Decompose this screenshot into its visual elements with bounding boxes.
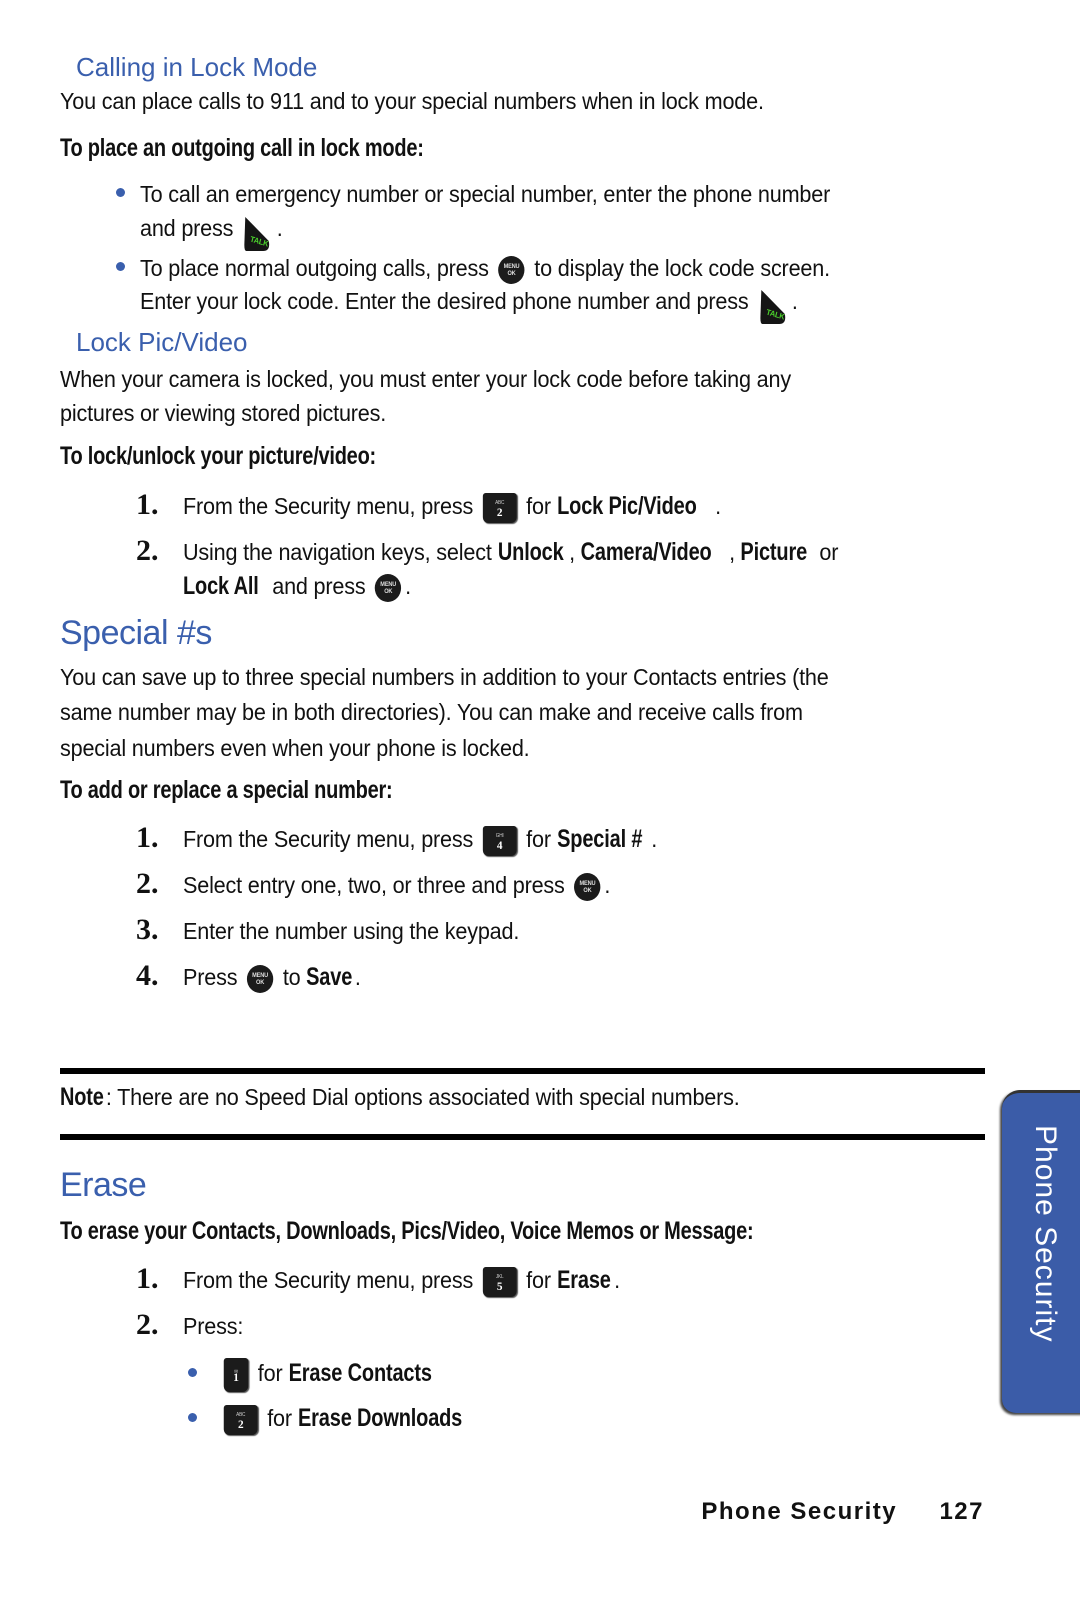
text: . <box>791 288 798 315</box>
note: Note: There are no Speed Dial options as… <box>60 1080 740 1114</box>
step-number: 2. <box>136 534 159 567</box>
lock-pic-intro-line1: When your camera is locked, you must ent… <box>60 366 791 392</box>
step-number: 1. <box>136 488 159 521</box>
text: for <box>526 493 551 519</box>
bullet-icon <box>116 188 125 197</box>
text: and press <box>140 215 234 242</box>
text: , <box>729 539 736 565</box>
special-paragraph-line1: You can save up to three special numbers… <box>60 664 829 690</box>
talk-key-icon: TALK <box>759 290 786 324</box>
text: for <box>526 1267 551 1293</box>
special-subheading: To add or replace a special number: <box>60 776 393 804</box>
option-picture: Picture <box>740 538 808 566</box>
page-number: 127 <box>939 1498 984 1525</box>
erase-option-contacts: 1 ✉ for Erase Contacts <box>220 1356 451 1392</box>
bullet-icon <box>188 1413 197 1422</box>
option-lock-all: Lock All <box>183 572 259 600</box>
menu-option-lock-pic-video: Lock Pic/Video <box>556 492 697 520</box>
key-2-icon: 2 ABC <box>482 492 517 523</box>
lock-pic-step-2-line1: Using the navigation keys, select Unlock… <box>183 535 838 569</box>
text: and press <box>272 573 366 599</box>
option-unlock: Unlock <box>497 538 564 566</box>
bullet-icon <box>116 262 125 271</box>
erase-subheading: To erase your Contacts, Downloads, Pics/… <box>60 1217 754 1245</box>
calling-bullet-1-line2: and press TALK. <box>140 211 283 251</box>
calling-bullet-1-line1: To call an emergency number or special n… <box>140 181 831 207</box>
text: Enter your lock code. Enter the desired … <box>140 288 749 315</box>
menu-ok-key-icon: MENU OK <box>246 964 274 993</box>
text: for <box>267 1405 292 1431</box>
special-paragraph-line3: special numbers even when your phone is … <box>60 735 530 761</box>
calling-intro: You can place calls to 911 and to your s… <box>60 88 764 114</box>
text: for <box>526 826 551 852</box>
text: to <box>282 964 301 990</box>
text: . <box>604 872 611 898</box>
option-camera-video: Camera/Video <box>580 538 712 566</box>
text: Using the navigation keys, select <box>183 539 492 565</box>
calling-bullet-2-line2: Enter your lock code. Enter the desired … <box>140 284 798 324</box>
step-number: 2. <box>136 1308 159 1341</box>
section-heading-erase: Erase <box>60 1166 147 1204</box>
text: . <box>405 573 411 599</box>
menu-option-erase: Erase <box>556 1266 611 1294</box>
section-heading-special-numbers: Special #s <box>60 614 212 652</box>
special-step-2: Select entry one, two, or three and pres… <box>183 868 610 902</box>
key-4-icon: 4 GHI <box>482 825 517 856</box>
note-divider-top <box>60 1068 985 1074</box>
text: From the Security menu, press <box>183 493 474 519</box>
note-label: Note <box>60 1083 104 1111</box>
text: From the Security menu, press <box>183 826 474 852</box>
key-1-icon: 1 ✉ <box>223 1357 249 1392</box>
erase-step-2: Press: <box>183 1313 244 1339</box>
text: From the Security menu, press <box>183 1267 474 1293</box>
text: . <box>651 826 658 852</box>
lock-pic-step-2-line2: Lock All and press MENU OK. <box>183 569 411 603</box>
erase-step-1: From the Security menu, press 5 JKL for E… <box>183 1263 620 1297</box>
footer-section: Phone Security <box>701 1498 898 1525</box>
option-erase-contacts: Erase Contacts <box>288 1359 432 1387</box>
special-step-1: From the Security menu, press 4 GHI for S… <box>183 822 657 856</box>
text: for <box>257 1360 283 1386</box>
menu-ok-key-icon: MENU OK <box>498 255 525 284</box>
text: . <box>354 964 361 990</box>
step-number: 2. <box>136 867 159 900</box>
step-number: 1. <box>136 1262 159 1295</box>
talk-key-icon: TALK <box>244 217 270 251</box>
step-number: 4. <box>136 959 159 992</box>
calling-bullet-2-line1: To place normal outgoing calls, press ME… <box>140 251 830 285</box>
special-step-3: Enter the number using the keypad. <box>183 918 520 944</box>
special-paragraph-line2: same number may be in both directories).… <box>60 699 803 725</box>
option-erase-downloads: Erase Downloads <box>297 1404 462 1432</box>
key-5-icon: 5 JKL <box>482 1266 517 1297</box>
step-number: 3. <box>136 913 159 946</box>
special-step-4: Press MENU OK to Save. <box>183 960 361 994</box>
step-number: 1. <box>136 821 159 854</box>
bullet-icon <box>188 1368 197 1377</box>
note-divider-bottom <box>60 1134 985 1140</box>
section-heading-lock-pic-video: Lock Pic/Video <box>76 327 248 357</box>
erase-option-downloads: 2 ABC for Erase Downloads <box>220 1401 485 1435</box>
lock-pic-step-1: From the Security menu, press 2 ABC for L… <box>183 489 721 523</box>
note-text: : There are no Speed Dial options associ… <box>105 1084 740 1110</box>
menu-ok-key-icon: MENU OK <box>574 872 601 901</box>
option-save: Save <box>306 963 353 991</box>
text: To place normal outgoing calls, press <box>140 255 489 281</box>
text: . <box>276 215 283 242</box>
page-footer: Phone Security 127 <box>701 1498 984 1526</box>
chapter-tab-label: Phone Security <box>1029 1125 1062 1343</box>
menu-ok-key-icon: MENU OK <box>375 573 402 602</box>
calling-subheading: To place an outgoing call in lock mode: <box>60 134 424 162</box>
lock-pic-subheading: To lock/unlock your picture/video: <box>60 442 376 470</box>
section-heading-calling-lock-mode: Calling in Lock Mode <box>76 52 318 82</box>
key-2-icon: 2 ABC <box>223 1404 258 1435</box>
text: Select entry one, two, or three and pres… <box>183 872 565 898</box>
text: or <box>819 539 839 565</box>
text: to display the lock code screen. <box>534 255 830 281</box>
text: Press <box>183 964 238 990</box>
text: . <box>715 493 721 519</box>
text: , <box>569 539 575 565</box>
menu-option-special: Special # <box>556 825 642 853</box>
lock-pic-intro-line2: pictures or viewing stored pictures. <box>60 400 387 426</box>
text: . <box>614 1267 620 1293</box>
